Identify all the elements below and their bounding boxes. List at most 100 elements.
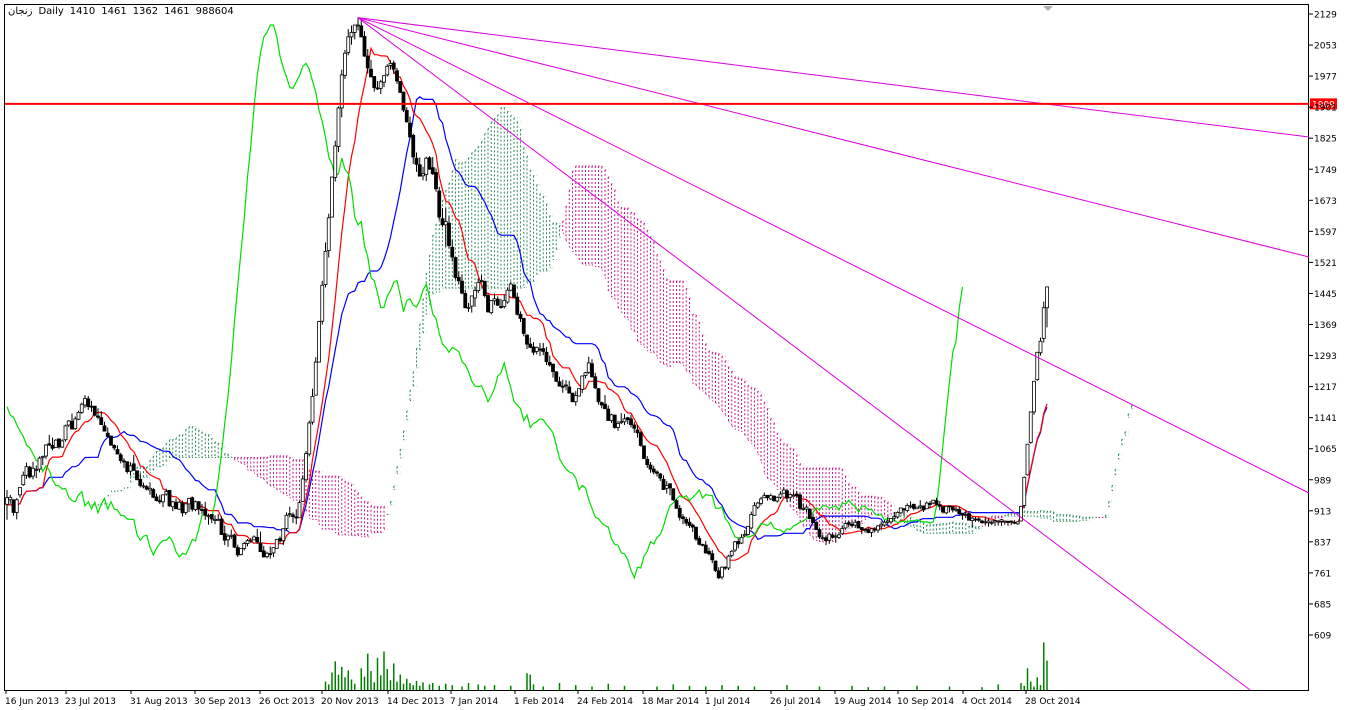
candle-body [255, 536, 260, 543]
candle-body [824, 537, 828, 542]
candle-body [34, 469, 39, 471]
candle-body [671, 488, 676, 501]
x-tick-label: 24 Feb 2014 [577, 697, 633, 707]
candle-body [950, 506, 955, 511]
candle-body [304, 453, 308, 481]
candle-body [651, 468, 656, 473]
candle-body [196, 501, 201, 510]
candle-body [534, 346, 539, 352]
candle-body [401, 91, 406, 111]
candle-body [70, 420, 74, 430]
candle-body [118, 454, 123, 461]
candle-body [79, 403, 84, 413]
candle-body [213, 518, 217, 521]
candle-body [622, 418, 627, 423]
x-tick-label: 14 Dec 2013 [387, 697, 445, 707]
y-tick-label: 1293 [1314, 352, 1337, 362]
candle-body [989, 521, 994, 524]
candle-body [232, 534, 237, 548]
candle-body [853, 521, 858, 526]
candle-body [577, 388, 581, 397]
candle-body [876, 525, 880, 531]
candle-body [580, 375, 585, 390]
chart-window[interactable]: زنجان Daily 1410 1461 1362 1461 988604 1909 21… [0, 0, 1348, 710]
candle-body [24, 466, 29, 476]
candle-body [811, 516, 815, 524]
candle-body [297, 502, 302, 519]
candle-body [271, 547, 276, 554]
x-tick-label: 7 Jan 2014 [450, 697, 498, 707]
candle-body [590, 363, 594, 378]
candle-body [911, 503, 916, 509]
candle-body [700, 543, 705, 546]
candle-body [138, 478, 143, 486]
candle-body [76, 411, 81, 420]
candle-body [430, 167, 435, 175]
candle-body [609, 414, 614, 421]
candle-body [229, 534, 234, 537]
candle-body [648, 464, 653, 470]
y-tick-label: 1445 [1314, 290, 1337, 300]
scroll-marker[interactable] [1043, 6, 1053, 11]
candle-body [89, 405, 94, 408]
candle-body [443, 221, 448, 226]
candle-body [170, 501, 175, 508]
candle-body [707, 550, 711, 555]
chikou-span-line [6, 24, 964, 580]
candle-body [105, 432, 110, 437]
trend-line[interactable] [357, 17, 1251, 691]
candle-body [716, 570, 721, 579]
y-tick-label: 685 [1314, 600, 1331, 610]
horizontal-level[interactable]: 1909 [5, 98, 1337, 110]
candle-body [612, 414, 617, 428]
candle-body [242, 543, 247, 549]
candle-body [547, 362, 552, 366]
trend-lines[interactable] [357, 17, 1310, 691]
trend-line[interactable] [357, 17, 1310, 138]
candle-body [1002, 520, 1007, 523]
candle-body [343, 52, 347, 76]
candle-body [92, 405, 97, 416]
candle-body [980, 520, 984, 524]
y-tick-label: 837 [1314, 538, 1331, 548]
candle-body [141, 485, 146, 488]
candle-body [161, 494, 165, 503]
candle-body [466, 306, 471, 309]
candle-body [872, 528, 877, 531]
candle-body [729, 550, 734, 556]
candle-body [281, 528, 286, 542]
candle-body [1022, 476, 1027, 506]
candle-body [983, 521, 988, 524]
candle-body [941, 506, 945, 513]
candle-body [742, 534, 747, 537]
candle-body [284, 514, 289, 529]
candle-body [14, 499, 19, 513]
candle-body [115, 449, 120, 455]
candle-body [365, 55, 370, 69]
candle-body [583, 372, 588, 376]
candle-body [456, 277, 461, 282]
candle-body [986, 520, 991, 524]
x-tick-label: 1 Jul 2014 [705, 697, 750, 707]
candle-body [746, 525, 750, 535]
candle-body [291, 514, 295, 517]
candle-body [63, 425, 68, 441]
candle-body [710, 553, 715, 561]
candle-body [681, 516, 685, 519]
candle-body [690, 524, 695, 528]
candle-body [245, 540, 250, 544]
x-tick-label: 4 Oct 2014 [962, 697, 1012, 707]
candle-body [320, 284, 325, 322]
candle-body [954, 508, 958, 511]
candle-body [814, 521, 819, 530]
candle-body [326, 217, 331, 251]
candle-body [775, 496, 780, 502]
price-chart[interactable]: 1909 2129 2053 1977 1901 1825 1749 1673 1597 152… [0, 0, 1348, 710]
candle-body [801, 507, 806, 510]
trend-line[interactable] [357, 17, 1310, 494]
candle-body [557, 381, 562, 387]
candle-body [385, 65, 390, 76]
candle-body [404, 110, 409, 123]
x-tick-label: 1 Feb 2014 [514, 697, 565, 707]
x-tick-label: 10 Sep 2014 [897, 697, 954, 707]
